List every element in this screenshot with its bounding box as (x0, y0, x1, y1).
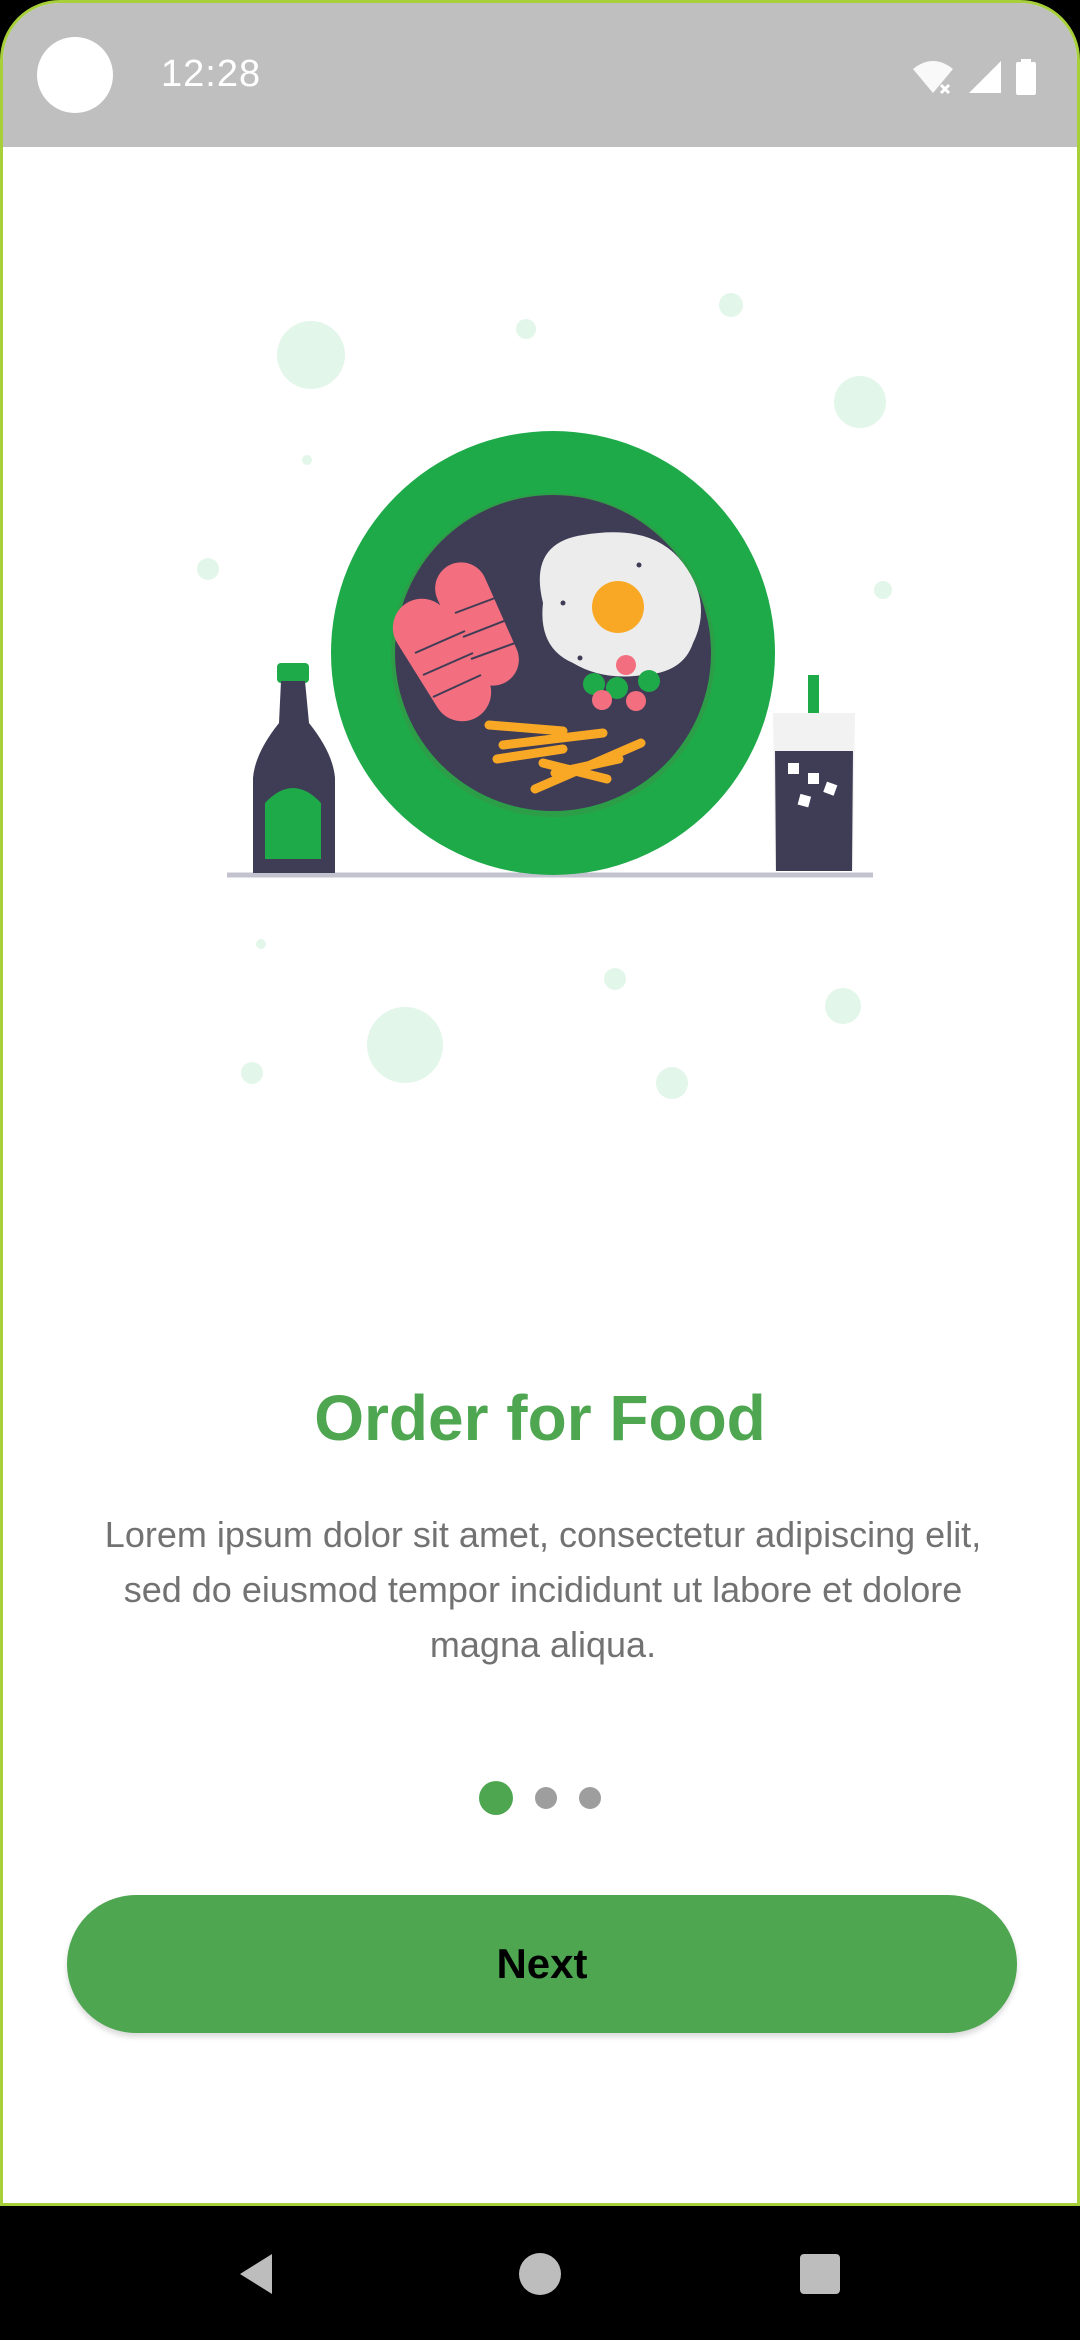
onboarding-description: Lorem ipsum dolor sit amet, consectetur … (104, 1514, 982, 1665)
sauce-bottle (253, 663, 335, 873)
page-dot-3[interactable] (579, 1787, 601, 1809)
drink-glass (773, 675, 855, 871)
device-frame: 12:28 Order for Food Lorem ipsum dolor s… (0, 0, 1080, 2340)
onboarding-title: Order for Food (314, 1382, 766, 1454)
wifi-off-icon (911, 59, 955, 100)
camera-cutout (37, 37, 113, 113)
plate (331, 431, 775, 875)
app-screen: 12:28 Order for Food Lorem ipsum dolor s… (0, 0, 1080, 2206)
back-icon[interactable] (216, 2234, 296, 2314)
food-plate-illustration (197, 293, 892, 1099)
next-button[interactable]: Next (67, 1895, 1017, 2033)
battery-icon (1015, 58, 1037, 100)
home-icon[interactable] (500, 2234, 580, 2314)
signal-icon (967, 59, 1003, 100)
recents-icon[interactable] (780, 2234, 860, 2314)
status-time: 12:28 (161, 53, 262, 95)
navigation-bar (0, 2206, 1080, 2340)
status-bar: 12:28 (3, 3, 1077, 147)
page-indicator (3, 1781, 1077, 1815)
page-dot-1[interactable] (479, 1781, 513, 1815)
page-dot-2[interactable] (535, 1787, 557, 1809)
status-icons (911, 58, 1037, 100)
